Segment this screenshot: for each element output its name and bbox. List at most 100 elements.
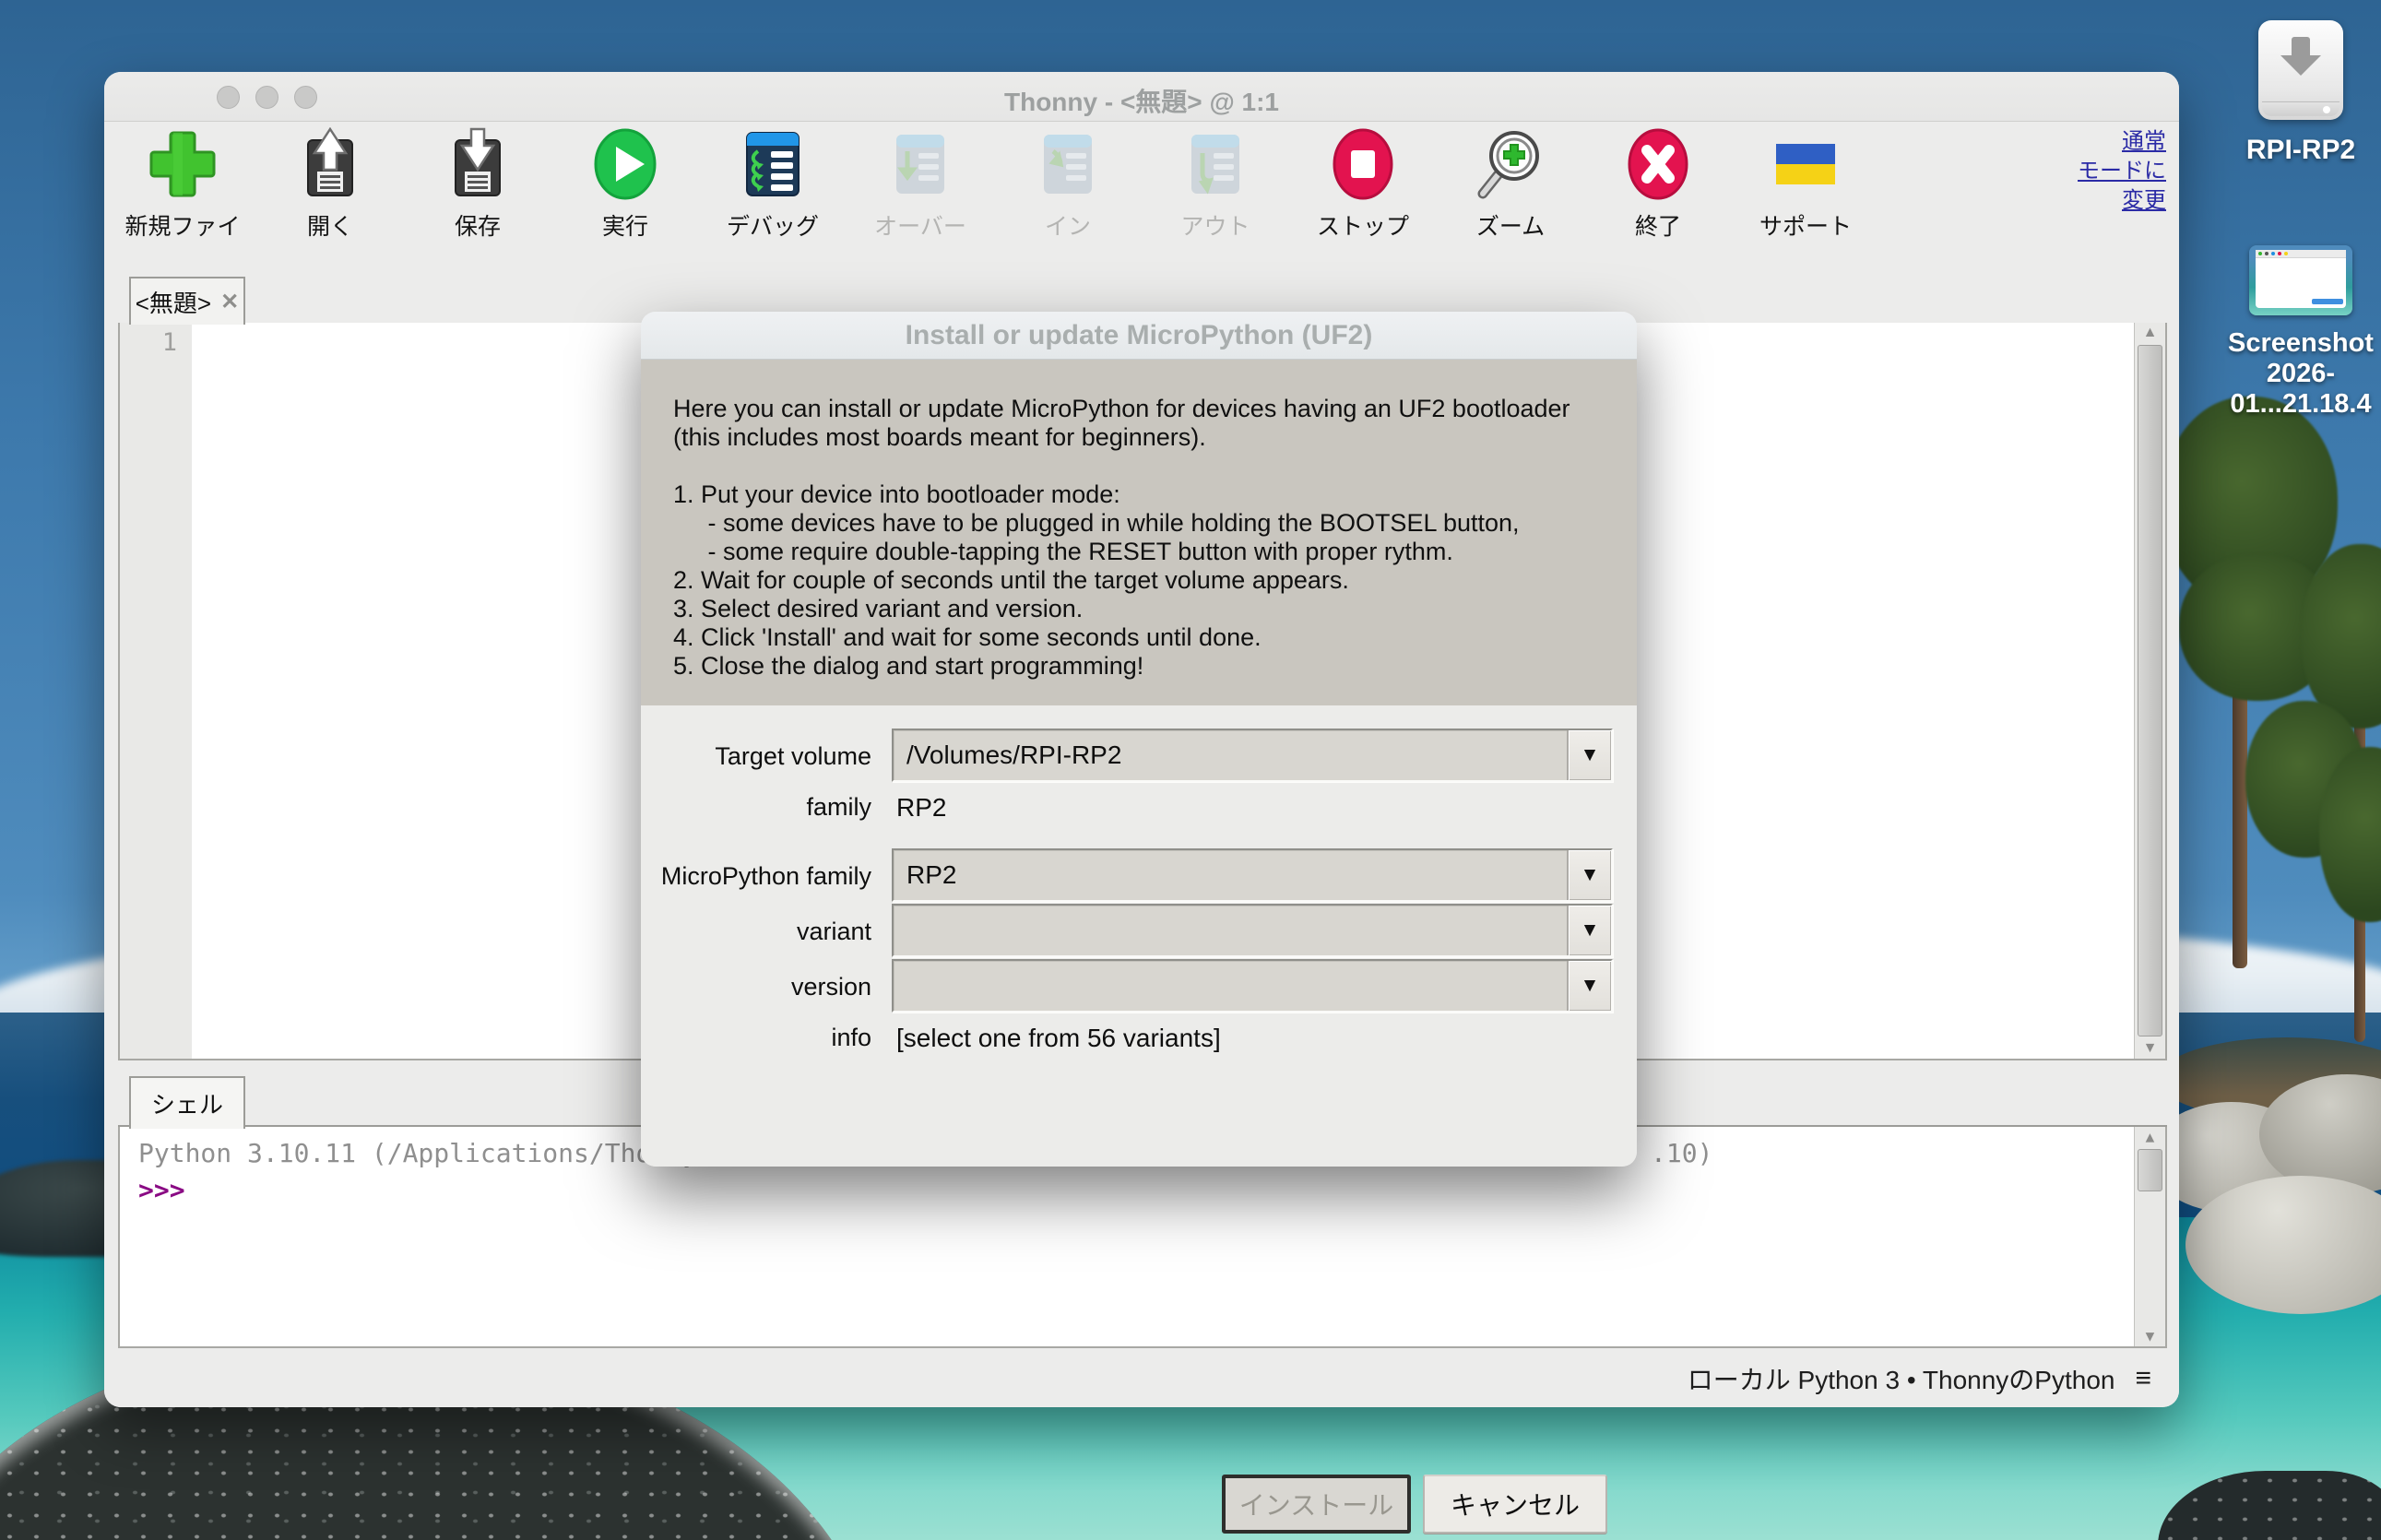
- zoom-button[interactable]: ズーム: [1451, 127, 1570, 242]
- screen: RPI-RP2 Screenshot 2026-01...21.18.4: [0, 0, 2381, 1540]
- instruction-line: (this includes most boards meant for beg…: [673, 423, 1570, 452]
- run-icon: [588, 127, 662, 201]
- install-button[interactable]: インストール: [1222, 1475, 1411, 1534]
- step-out-icon: [1179, 127, 1252, 201]
- instruction-line: - some devices have to be plugged in whi…: [673, 509, 1570, 538]
- new-file-button[interactable]: 新規ファイ: [123, 127, 243, 242]
- toolbar-item-label: デバッグ: [727, 208, 819, 242]
- drive-icon: [2258, 20, 2343, 120]
- field-label: family: [806, 793, 871, 822]
- debug-icon: [736, 127, 810, 201]
- toolbar-item-label: 開く: [307, 208, 353, 242]
- toolbar-item-label: ストップ: [1317, 208, 1409, 242]
- desktop-icon-label-line1: Screenshot: [2224, 328, 2377, 359]
- open-file-icon: [293, 127, 367, 201]
- instruction-line: 5. Close the dialog and start programmin…: [673, 652, 1570, 681]
- window-title: Thonny - <無題> @ 1:1: [104, 82, 2179, 119]
- dialog-instructions: Here you can install or update MicroPyth…: [641, 360, 1637, 705]
- desktop-icon-label-line2: 2026-01...21.18.4: [2224, 359, 2377, 420]
- run-button[interactable]: 実行: [565, 127, 685, 242]
- dialog-titlebar: Install or update MicroPython (UF2): [641, 312, 1637, 360]
- toolbar-item-label: サポート: [1759, 208, 1852, 242]
- quit-button[interactable]: 終了: [1598, 127, 1718, 242]
- shell-banner-text: Python 3.10.11 (/Applications/Thonny: [138, 1138, 698, 1168]
- support-ukraine-flag-icon: [1769, 127, 1842, 201]
- step-into-button[interactable]: イン: [1008, 127, 1128, 242]
- shell-prompt: >>>: [138, 1175, 185, 1205]
- family-value: RP2: [896, 793, 946, 823]
- instruction-line: 3. Select desired variant and version.: [673, 595, 1570, 623]
- toolbar-item-label: 保存: [455, 208, 501, 242]
- desktop-icon-screenshot[interactable]: Screenshot 2026-01...21.18.4: [2224, 245, 2377, 420]
- toolbar-item-label: イン: [1045, 208, 1091, 242]
- shell-scrollbar[interactable]: ▲ ▼: [2134, 1127, 2165, 1346]
- scrollbar-thumb[interactable]: [2138, 1149, 2162, 1191]
- version-combobox[interactable]: ▼: [892, 959, 1613, 1013]
- editor-scrollbar[interactable]: ▲ ▼: [2134, 323, 2165, 1059]
- target-volume-combobox[interactable]: /Volumes/RPI-RP2 ▼: [892, 729, 1613, 782]
- instruction-line: Here you can install or update MicroPyth…: [673, 395, 1570, 423]
- close-icon[interactable]: ✕: [220, 289, 239, 315]
- mode-link-line: モードに: [2078, 157, 2166, 186]
- screenshot-thumbnail: [2249, 245, 2352, 315]
- toolbar-item-label: オーバー: [874, 208, 966, 242]
- field-label: Target volume: [715, 742, 871, 771]
- micropython-family-combobox[interactable]: RP2 ▼: [892, 848, 1613, 902]
- dialog-title: Install or update MicroPython (UF2): [906, 320, 1373, 351]
- shell-banner-text: .10): [1651, 1138, 1712, 1168]
- toolbar-item-label: 新規ファイ: [124, 208, 240, 242]
- toolbar: 新規ファイ 開く 保存: [123, 127, 1866, 242]
- menu-icon[interactable]: ≡: [2135, 1363, 2151, 1394]
- info-value: [select one from 56 variants]: [896, 1024, 1221, 1053]
- shell-tab-label: シェル: [151, 1086, 223, 1120]
- field-label: info: [831, 1024, 871, 1052]
- variant-combobox[interactable]: ▼: [892, 904, 1613, 957]
- new-file-icon: [146, 127, 219, 201]
- mode-link-line: 通常: [2078, 127, 2166, 157]
- scroll-down-arrow[interactable]: ▼: [2135, 1038, 2165, 1059]
- dropdown-arrow-icon[interactable]: ▼: [1567, 906, 1611, 955]
- toolbar-item-label: ズーム: [1476, 208, 1545, 242]
- instruction-line: 1. Put your device into bootloader mode:: [673, 480, 1570, 509]
- instruction-line: 2. Wait for couple of seconds until the …: [673, 566, 1570, 595]
- instruction-line: [673, 452, 1570, 480]
- desktop-icon-label: RPI-RP2: [2232, 135, 2370, 166]
- save-button[interactable]: 保存: [418, 127, 538, 242]
- field-label: version: [791, 973, 871, 1001]
- step-over-icon: [883, 127, 957, 201]
- dropdown-arrow-icon[interactable]: ▼: [1567, 730, 1611, 780]
- scroll-down-arrow[interactable]: ▼: [2135, 1326, 2165, 1346]
- shell-tab[interactable]: シェル: [129, 1076, 245, 1129]
- dropdown-arrow-icon[interactable]: ▼: [1567, 850, 1611, 900]
- combobox-value: [894, 961, 1567, 1011]
- step-out-button[interactable]: アウト: [1155, 127, 1275, 242]
- dropdown-arrow-icon[interactable]: ▼: [1567, 961, 1611, 1011]
- scroll-up-arrow[interactable]: ▲: [2135, 1127, 2165, 1147]
- mode-link-line: 変更: [2078, 186, 2166, 216]
- save-icon: [441, 127, 515, 201]
- field-label: MicroPython family: [661, 862, 871, 891]
- debug-button[interactable]: デバッグ: [713, 127, 833, 242]
- stop-icon: [1326, 127, 1400, 201]
- interpreter-status[interactable]: ローカル Python 3 • ThonnyのPython: [1688, 1360, 2115, 1397]
- uf2-install-dialog: Install or update MicroPython (UF2) Here…: [641, 312, 1637, 1167]
- field-label: variant: [797, 918, 871, 946]
- editor-tab-untitled[interactable]: <無題> ✕: [129, 277, 245, 325]
- step-over-button[interactable]: オーバー: [860, 127, 980, 242]
- status-bar: ローカル Python 3 • ThonnyのPython ≡: [104, 1350, 2179, 1407]
- toolbar-item-label: アウト: [1180, 208, 1250, 242]
- stop-button[interactable]: ストップ: [1303, 127, 1423, 242]
- open-file-button[interactable]: 開く: [270, 127, 390, 242]
- scroll-up-arrow[interactable]: ▲: [2135, 323, 2165, 343]
- scrollbar-thumb[interactable]: [2138, 345, 2162, 1037]
- toolbar-item-label: 実行: [602, 208, 648, 242]
- toolbar-item-label: 終了: [1635, 208, 1681, 242]
- window-titlebar: Thonny - <無題> @ 1:1: [104, 72, 2179, 122]
- combobox-value: RP2: [894, 850, 1567, 900]
- cancel-button[interactable]: キャンセル: [1423, 1475, 1607, 1534]
- combobox-value: /Volumes/RPI-RP2: [894, 730, 1567, 780]
- switch-to-regular-mode-link[interactable]: 通常 モードに 変更: [2078, 127, 2166, 216]
- desktop-icon-rpi-rp2[interactable]: RPI-RP2: [2232, 20, 2370, 166]
- combobox-value: [894, 906, 1567, 955]
- support-button[interactable]: サポート: [1746, 127, 1866, 242]
